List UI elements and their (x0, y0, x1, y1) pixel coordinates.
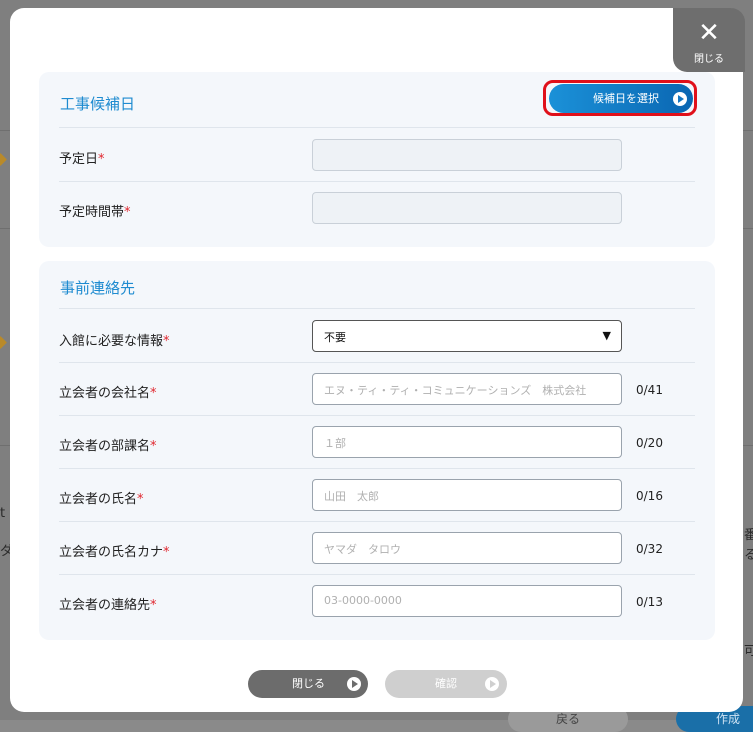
scheduled-date-label: 予定日* (59, 152, 105, 167)
attendee-name-input[interactable]: 山田 太郎 (312, 479, 622, 511)
attendee-phone-placeholder: 03-0000-0000 (324, 594, 402, 607)
entry-info-select[interactable]: 不要 ▼ (312, 320, 622, 352)
construction-section-title: 工事候補日 (60, 95, 136, 113)
attendee-phone-input[interactable]: 03-0000-0000 (312, 585, 622, 617)
close-button[interactable]: 閉じる (248, 670, 368, 698)
attendee-name-placeholder: 山田 太郎 (324, 490, 379, 503)
department-placeholder: １部 (324, 437, 346, 450)
bg-text: 番 (744, 528, 753, 543)
divider (59, 362, 695, 363)
attendee-name-label: 立会者の氏名* (59, 492, 144, 507)
confirm-button[interactable]: 確認 (385, 670, 507, 698)
divider (59, 574, 695, 575)
scheduled-time-label: 予定時間帯* (59, 205, 131, 220)
attendee-phone-counter: 0/13 (636, 595, 663, 609)
divider (59, 521, 695, 522)
divider (59, 308, 695, 309)
divider (59, 468, 695, 469)
close-button-label: 閉じる (292, 677, 325, 690)
modal-close-label: 閉じる (694, 54, 724, 65)
entry-info-selected: 不要 (324, 331, 346, 344)
bg-text: t (0, 506, 6, 521)
department-label: 立会者の部課名* (59, 439, 157, 454)
close-icon: ✕ (698, 18, 720, 48)
scheduled-date-field (312, 139, 622, 171)
divider (59, 415, 695, 416)
modal-close-button[interactable]: ✕ 閉じる (673, 8, 745, 72)
company-name-counter: 0/41 (636, 383, 663, 397)
contact-section-title: 事前連絡先 (60, 279, 136, 297)
bg-diamond-icon (0, 336, 7, 349)
play-circle-icon (347, 677, 361, 691)
company-name-input[interactable]: エヌ・ティ・ティ・コミュニケーションズ 株式会社 (312, 373, 622, 405)
confirm-button-label: 確認 (435, 677, 457, 690)
play-circle-icon (673, 92, 687, 106)
bg-text: 可 (744, 644, 753, 659)
select-candidate-date-button[interactable]: 候補日を選択 (549, 84, 693, 113)
scheduled-time-field (312, 192, 622, 224)
attendee-phone-label: 立会者の連絡先* (59, 598, 157, 613)
entry-info-label: 入館に必要な情報* (59, 334, 170, 349)
attendee-kana-placeholder: ヤマダ タロウ (324, 543, 401, 556)
company-name-label: 立会者の会社名* (59, 386, 157, 401)
divider (59, 127, 695, 128)
advance-contact-panel: 事前連絡先 入館に必要な情報* 不要 ▼ 立会者の会社名* エヌ・ティ・ティ・コ… (39, 261, 715, 640)
attendee-name-counter: 0/16 (636, 489, 663, 503)
select-candidate-date-label: 候補日を選択 (593, 92, 659, 105)
attendee-kana-counter: 0/32 (636, 542, 663, 556)
dropdown-arrow-icon: ▼ (602, 329, 611, 342)
bg-diamond-icon (0, 153, 7, 166)
attendee-kana-label: 立会者の氏名カナ* (59, 545, 170, 560)
attendee-kana-input[interactable]: ヤマダ タロウ (312, 532, 622, 564)
department-counter: 0/20 (636, 436, 663, 450)
divider (59, 181, 695, 182)
play-circle-icon (485, 677, 499, 691)
department-input[interactable]: １部 (312, 426, 622, 458)
bg-text: る (744, 548, 753, 563)
company-name-placeholder: エヌ・ティ・ティ・コミュニケーションズ 株式会社 (324, 384, 587, 397)
